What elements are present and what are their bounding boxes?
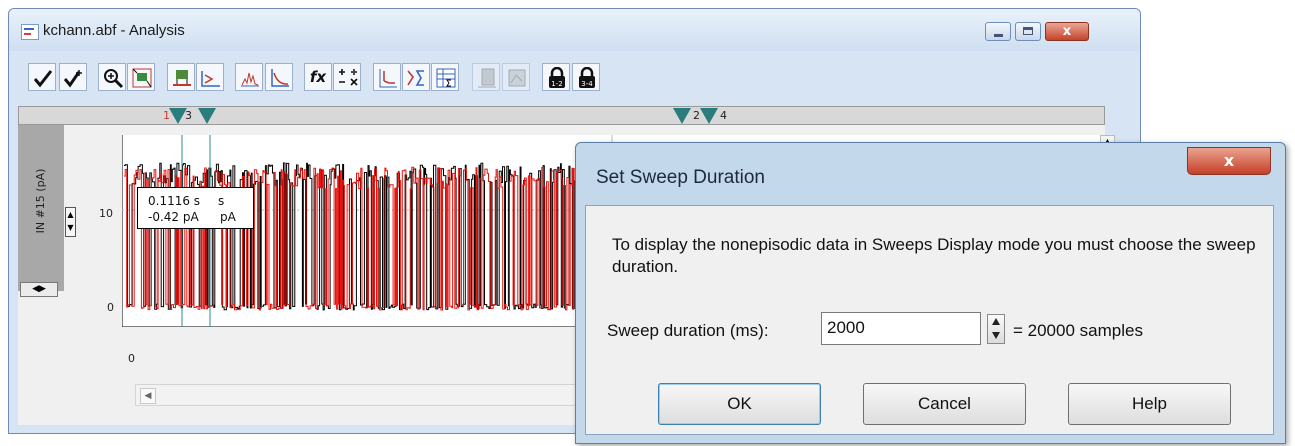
cursor-label-2: 2 bbox=[693, 109, 700, 122]
formula-icon[interactable]: fx bbox=[304, 63, 332, 91]
lock-1-2-icon[interactable]: 1-2 bbox=[542, 63, 570, 91]
y-axis-label-panel: IN #15 (pA) bbox=[18, 125, 64, 291]
cancel-button[interactable]: Cancel bbox=[863, 383, 1026, 425]
toolbar: fx 1-2 3-4 bbox=[9, 51, 1140, 101]
cursor-label-3: 3 bbox=[185, 109, 192, 122]
dialog-close-button[interactable]: x bbox=[1187, 147, 1271, 175]
disabled-icon-2[interactable] bbox=[502, 63, 530, 91]
sweep-duration-label: Sweep duration (ms): bbox=[607, 321, 769, 340]
maximize-button[interactable] bbox=[1015, 22, 1041, 41]
auto-scale-icon[interactable] bbox=[127, 63, 155, 91]
window-title: kchann.abf - Analysis bbox=[43, 22, 185, 39]
zoom-in-icon[interactable] bbox=[98, 63, 126, 91]
black-sweep-trace bbox=[124, 162, 603, 311]
cursor-handle-4[interactable] bbox=[700, 108, 718, 124]
app-icon bbox=[21, 24, 39, 40]
svg-text:3-4: 3-4 bbox=[581, 80, 593, 88]
cursor-handle-3[interactable] bbox=[198, 108, 216, 124]
baseline-icon[interactable] bbox=[196, 63, 224, 91]
minimize-button[interactable] bbox=[985, 22, 1011, 41]
y-tick-0: 0 bbox=[107, 301, 114, 314]
close-button[interactable]: x bbox=[1045, 22, 1089, 41]
y-scale-arrows[interactable]: ▲ ▼ bbox=[65, 207, 76, 237]
current-traces bbox=[124, 162, 604, 311]
y-tick-10: 10 bbox=[99, 207, 113, 220]
sweep-duration-input[interactable]: 2000 bbox=[821, 312, 981, 345]
y-axis-label: IN #15 (pA) bbox=[34, 168, 47, 234]
samples-text: = 20000 samples bbox=[1013, 321, 1143, 340]
sweep-duration-spinner[interactable] bbox=[987, 314, 1005, 344]
arithmetic-icon[interactable] bbox=[333, 63, 361, 91]
x-tick-0: 0 bbox=[128, 352, 135, 365]
region-zoom-icon[interactable] bbox=[167, 63, 195, 91]
cursor-label-4: 4 bbox=[720, 109, 727, 122]
event-detect-icon[interactable] bbox=[373, 63, 401, 91]
cursor-readout: 0.1116 s s -0.42 pA pA bbox=[137, 187, 254, 229]
dialog-title: Set Sweep Duration bbox=[596, 167, 765, 188]
cursor-handle-2[interactable] bbox=[673, 108, 691, 124]
readout-current: -0.42 pA bbox=[148, 210, 199, 224]
readout-time-hidden: s bbox=[218, 194, 225, 208]
title-bar[interactable]: kchann.abf - Analysis x bbox=[9, 9, 1140, 51]
dialog-body: To display the nonepisodic data in Sweep… bbox=[585, 205, 1274, 435]
lock-3-4-icon[interactable]: 3-4 bbox=[572, 63, 600, 91]
dialog-message: To display the nonepisodic data in Sweep… bbox=[612, 235, 1256, 276]
set-sweep-duration-dialog: Set Sweep Duration x To display the none… bbox=[575, 142, 1286, 444]
readout-time: 0.1116 s bbox=[148, 194, 201, 208]
readout-current-hidden: pA bbox=[220, 210, 236, 224]
ok-button[interactable]: OK bbox=[658, 383, 821, 425]
help-button[interactable]: Help bbox=[1068, 383, 1231, 425]
fit-curve-icon[interactable] bbox=[265, 63, 293, 91]
disabled-icon-1[interactable] bbox=[472, 63, 500, 91]
scroll-left-arrow[interactable]: ◀ bbox=[140, 388, 156, 404]
x-scroll-arrows[interactable]: ◀▶ bbox=[20, 282, 58, 297]
histogram-icon[interactable] bbox=[235, 63, 263, 91]
horizontal-scrollbar[interactable]: ◀ bbox=[135, 384, 595, 406]
results-table-icon[interactable] bbox=[431, 63, 459, 91]
check-icon[interactable] bbox=[28, 63, 56, 91]
check-plus-icon[interactable] bbox=[59, 63, 87, 91]
svg-text:1-2: 1-2 bbox=[551, 80, 562, 88]
statistics-icon[interactable] bbox=[402, 63, 430, 91]
